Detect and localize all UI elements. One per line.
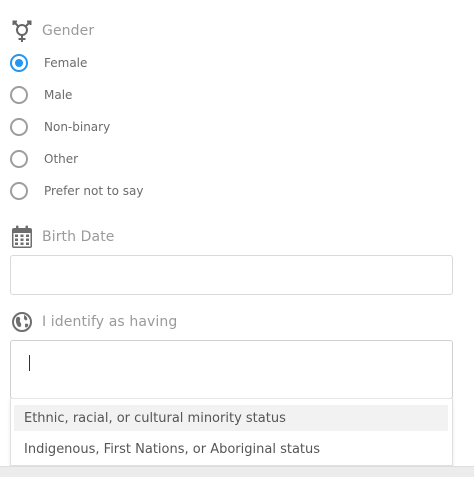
- bottom-bar: [0, 466, 474, 477]
- birth-date-header: Birth Date: [10, 224, 115, 250]
- radio-male[interactable]: Male: [10, 84, 72, 106]
- radio-prefer-not-to-say-label: Prefer not to say: [44, 184, 144, 198]
- profile-form: Gender Female Male Non-binary Other Pref…: [0, 0, 474, 477]
- radio-prefer-not-to-say-indicator[interactable]: [10, 182, 28, 200]
- radio-non-binary-label: Non-binary: [44, 120, 111, 134]
- radio-female-label: Female: [44, 56, 88, 70]
- identity-input[interactable]: [10, 340, 453, 399]
- dropdown-option-indigenous[interactable]: Indigenous, First Nations, or Aboriginal…: [14, 436, 448, 462]
- radio-other-label: Other: [44, 152, 79, 166]
- text-cursor: [29, 355, 30, 371]
- birth-date-input[interactable]: [10, 255, 453, 295]
- radio-non-binary[interactable]: Non-binary: [10, 116, 110, 138]
- radio-prefer-not-to-say[interactable]: Prefer not to say: [10, 180, 143, 202]
- radio-male-indicator[interactable]: [10, 86, 28, 104]
- globe-icon: [10, 310, 34, 334]
- identity-dropdown: Ethnic, racial, or cultural minority sta…: [10, 398, 453, 466]
- radio-male-label: Male: [44, 88, 73, 102]
- birth-date-title: Birth Date: [42, 229, 115, 245]
- gender-icon: [10, 19, 34, 43]
- radio-other-indicator[interactable]: [10, 150, 28, 168]
- dropdown-option-minority[interactable]: Ethnic, racial, or cultural minority sta…: [14, 405, 448, 431]
- radio-female-indicator[interactable]: [10, 54, 28, 72]
- radio-other[interactable]: Other: [10, 148, 78, 170]
- identity-title: I identify as having: [42, 314, 178, 330]
- radio-non-binary-indicator[interactable]: [10, 118, 28, 136]
- gender-title: Gender: [42, 23, 95, 39]
- identity-header: I identify as having: [10, 309, 177, 335]
- radio-female[interactable]: Female: [10, 52, 87, 74]
- gender-header: Gender: [10, 18, 94, 44]
- calendar-icon: [10, 225, 34, 249]
